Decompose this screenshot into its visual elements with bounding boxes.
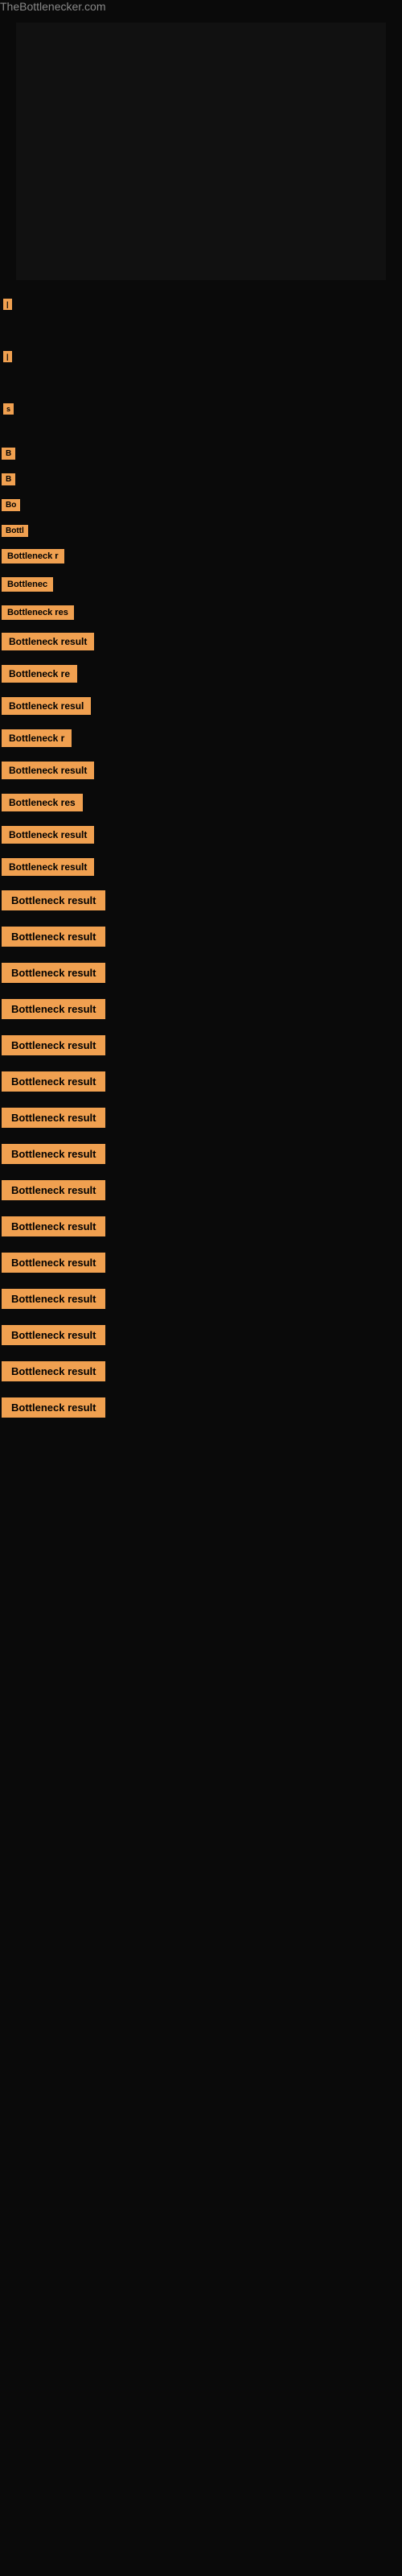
bottleneck-label-1: B (2, 448, 15, 460)
bottleneck-item-8: Bottleneck result (2, 633, 402, 650)
bottleneck-item-15: Bottleneck result (2, 858, 402, 876)
bottleneck-item-17: Bottleneck result (2, 927, 402, 947)
bottleneck-label-20: Bottleneck result (2, 1035, 105, 1055)
bottleneck-label-13: Bottleneck res (2, 794, 83, 811)
bottleneck-label-5: Bottleneck r (2, 549, 64, 564)
bottleneck-item-23: Bottleneck result (2, 1144, 402, 1164)
bottleneck-item-1: B (2, 445, 402, 460)
bottleneck-label-21: Bottleneck result (2, 1071, 105, 1092)
bottleneck-item-19: Bottleneck result (2, 999, 402, 1019)
bottleneck-item-21: Bottleneck result (2, 1071, 402, 1092)
bottleneck-label-30: Bottleneck result (2, 1397, 105, 1418)
site-title-bar: TheBottlenecker.com (0, 0, 402, 14)
bottleneck-label-10: Bottleneck resul (2, 697, 91, 715)
bottleneck-item-28: Bottleneck result (2, 1325, 402, 1345)
bottleneck-item-30: Bottleneck result (2, 1397, 402, 1418)
bottleneck-item-3: Bo (2, 497, 402, 511)
bottleneck-label-3: Bo (2, 499, 20, 511)
bottleneck-label-4: Bottl (2, 525, 28, 537)
bottleneck-item-22: Bottleneck result (2, 1108, 402, 1128)
bottleneck-item-25: Bottleneck result (2, 1216, 402, 1236)
bottleneck-label-9: Bottleneck re (2, 665, 77, 683)
bottleneck-item-20: Bottleneck result (2, 1035, 402, 1055)
bottleneck-label-23: Bottleneck result (2, 1144, 105, 1164)
bottleneck-label-18: Bottleneck result (2, 963, 105, 983)
bottleneck-item-4: Bottl (2, 522, 402, 537)
bottleneck-label-19: Bottleneck result (2, 999, 105, 1019)
bottleneck-item-27: Bottleneck result (2, 1289, 402, 1309)
bottleneck-labels-container: B B Bo Bottl Bottleneck r Bottlenec Bottleneck… (0, 445, 402, 1418)
bottleneck-item-6: Bottlenec (2, 576, 402, 592)
bottleneck-label-6: Bottlenec (2, 577, 53, 592)
bottleneck-label-2: B (2, 473, 15, 485)
bottleneck-label-29: Bottleneck result (2, 1361, 105, 1381)
bottleneck-label-8: Bottleneck result (2, 633, 94, 650)
bottleneck-item-14: Bottleneck result (2, 826, 402, 844)
bottleneck-label-27: Bottleneck result (2, 1289, 105, 1309)
small-label-3: s (2, 401, 402, 429)
bottleneck-item-2: B (2, 471, 402, 485)
bottleneck-item-18: Bottleneck result (2, 963, 402, 983)
bottleneck-label-22: Bottleneck result (2, 1108, 105, 1128)
bottleneck-label-12: Bottleneck result (2, 762, 94, 779)
bottleneck-label-28: Bottleneck result (2, 1325, 105, 1345)
bottleneck-item-10: Bottleneck resul (2, 697, 402, 715)
bottleneck-item-16: Bottleneck result (2, 890, 402, 910)
bottleneck-label-26: Bottleneck result (2, 1253, 105, 1273)
bottleneck-item-5: Bottleneck r (2, 548, 402, 564)
bottleneck-label-25: Bottleneck result (2, 1216, 105, 1236)
bottleneck-item-7: Bottleneck res (2, 605, 402, 620)
bottleneck-label-15: Bottleneck result (2, 858, 94, 876)
bottleneck-label-11: Bottleneck r (2, 729, 72, 747)
bottleneck-label-7: Bottleneck res (2, 605, 74, 620)
bottleneck-label-16: Bottleneck result (2, 890, 105, 910)
bottleneck-label-24: Bottleneck result (2, 1180, 105, 1200)
bottleneck-item-12: Bottleneck result (2, 762, 402, 779)
bottleneck-label-14: Bottleneck result (2, 826, 94, 844)
bottleneck-item-9: Bottleneck re (2, 665, 402, 683)
chart-placeholder (16, 23, 386, 280)
small-label-2: | (2, 349, 402, 377)
small-label-1: | (2, 296, 402, 324)
bottleneck-item-26: Bottleneck result (2, 1253, 402, 1273)
bottleneck-item-24: Bottleneck result (2, 1180, 402, 1200)
bottleneck-label-17: Bottleneck result (2, 927, 105, 947)
bottleneck-item-13: Bottleneck res (2, 794, 402, 811)
bottleneck-item-29: Bottleneck result (2, 1361, 402, 1381)
site-title: TheBottlenecker.com (0, 0, 106, 16)
bottleneck-item-11: Bottleneck r (2, 729, 402, 747)
